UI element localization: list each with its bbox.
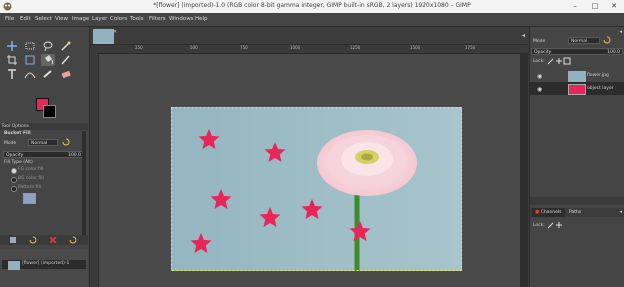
layer-thumbnail — [568, 84, 586, 95]
opacity-slider[interactable]: Opacity 100.0 — [3, 151, 84, 158]
eraser-tool-icon[interactable] — [59, 68, 73, 80]
layers-mode-reset-icon[interactable] — [602, 35, 612, 45]
layers-opacity-slider[interactable]: Opacity 100.0 — [531, 48, 623, 55]
lock-pixels-icon[interactable] — [547, 57, 555, 65]
layers-footer — [530, 197, 624, 205]
lock-position-icon[interactable] — [555, 57, 563, 65]
background-color-swatch[interactable] — [43, 105, 56, 118]
ruler-mark: 1000 — [290, 45, 301, 50]
canvas-image[interactable] — [171, 107, 462, 271]
delete-options-icon[interactable] — [48, 235, 58, 245]
layer-name: object layer — [587, 86, 614, 91]
bucket-fill-tool-icon[interactable] — [41, 54, 55, 66]
unified-transform-tool-icon[interactable] — [23, 54, 37, 66]
mode-label: Mode — [4, 141, 17, 146]
visibility-eye-icon[interactable]: ◉ — [537, 73, 542, 80]
layers-mode-select[interactable]: Normal — [568, 37, 600, 44]
reset-options-icon[interactable] — [68, 235, 78, 245]
save-options-icon[interactable] — [8, 235, 18, 245]
maximize-button[interactable]: □ — [585, 1, 605, 12]
image-tab-thumbnail[interactable] — [93, 29, 114, 44]
ruler-mark: 500 — [190, 45, 198, 50]
tab-close-icon[interactable]: ✕ — [113, 29, 117, 35]
ruler-mark: 1500 — [410, 45, 421, 50]
smudge-tool-icon[interactable] — [41, 68, 55, 80]
ruler-mark: 250 — [135, 45, 143, 50]
fg-fill-radio[interactable] — [11, 168, 17, 174]
menu-colors[interactable]: Colors — [110, 16, 127, 22]
paths-tool-icon[interactable] — [23, 68, 37, 80]
tool-options-scrollbar[interactable] — [82, 131, 86, 236]
images-panel: [flower] (imported)-1 — [0, 249, 88, 287]
tab-channels[interactable]: ■ Channels — [532, 208, 565, 217]
layer-row-flower[interactable]: ◉ flower.jpg — [530, 69, 624, 82]
fill-type-label: Fill Type (Alt) — [4, 160, 33, 165]
layer-thumbnail — [568, 71, 586, 82]
tool-options-header: Tool Options — [0, 123, 88, 130]
image-background — [171, 107, 462, 271]
menu-help[interactable]: Help — [195, 16, 208, 22]
pattern-preview[interactable] — [23, 193, 36, 204]
canvas-vertical-scrollbar[interactable] — [520, 53, 528, 287]
vertical-ruler[interactable] — [90, 53, 99, 287]
image-thumbnail — [8, 261, 20, 270]
menu-edit[interactable]: Edit — [20, 16, 31, 22]
window-title: *[flower] (imported)-1.0 (RGB color 8-bi… — [153, 2, 471, 9]
horizontal-ruler[interactable]: 250 500 750 1000 1250 1500 1750 — [90, 45, 528, 54]
layers-mode-label: Mode — [533, 39, 546, 44]
channels-lock-pixels-icon[interactable] — [547, 221, 555, 229]
lock-alpha-icon[interactable] — [563, 57, 571, 65]
menu-windows[interactable]: Windows — [169, 16, 194, 22]
images-list-item[interactable]: [flower] (imported)-1 — [2, 260, 86, 270]
layers-dock: ◂ Mode Normal Opacity 100.0 Lock: ◉ flowe… — [529, 27, 624, 287]
menu-filters[interactable]: Filters — [149, 16, 166, 22]
bottom-dock-tabs: ■ Channels Paths ◂ — [530, 208, 624, 217]
layer-row-object[interactable]: ◉ object layer — [530, 82, 624, 95]
menu-file[interactable]: File — [5, 16, 14, 22]
menu-bar: File Edit Select View Image Layer Colors… — [0, 13, 624, 27]
bg-fill-radio[interactable] — [11, 177, 17, 183]
ruler-mark: 750 — [240, 45, 248, 50]
move-tool-icon[interactable] — [5, 40, 19, 52]
pattern-fill-label: Pattern fill — [18, 185, 41, 190]
restore-options-icon[interactable] — [28, 235, 38, 245]
ruler-mark: 1250 — [350, 45, 361, 50]
channels-lock-label: Lock: — [533, 223, 545, 228]
tabs-menu-icon[interactable]: ◂ — [522, 32, 525, 39]
image-tabs: ✕ ◂ — [90, 27, 528, 45]
menu-layer[interactable]: Layer — [92, 16, 107, 22]
fuzzy-select-tool-icon[interactable] — [59, 40, 73, 52]
rect-select-tool-icon[interactable] — [23, 40, 37, 52]
menu-select[interactable]: Select — [35, 16, 52, 22]
mode-select[interactable]: Normal — [28, 139, 58, 146]
layers-lock-label: Lock: — [533, 59, 545, 64]
title-bar: *[flower] (imported)-1.0 (RGB color 8-bi… — [0, 0, 624, 13]
menu-view[interactable]: View — [55, 16, 68, 22]
visibility-eye-icon[interactable]: ◉ — [537, 86, 542, 93]
menu-image[interactable]: Image — [72, 16, 89, 22]
text-tool-icon[interactable] — [5, 68, 19, 80]
channels-lock-position-icon[interactable] — [555, 221, 563, 229]
tab-paths[interactable]: Paths — [566, 208, 584, 217]
toolbox: Tool Options Bucket Fill Mode Normal Opa… — [0, 27, 90, 287]
image-item-label: [flower] (imported)-1 — [22, 261, 70, 266]
lasso-tool-icon[interactable] — [41, 40, 55, 52]
minimize-button[interactable]: – — [565, 1, 585, 12]
pattern-fill-radio[interactable] — [11, 186, 17, 192]
mode-reset-icon[interactable] — [61, 137, 71, 147]
ruler-mark: 1750 — [465, 45, 476, 50]
bottom-dock-menu-icon[interactable]: ◂ — [619, 209, 622, 215]
bg-fill-label: BG color fill — [18, 176, 44, 181]
paintbrush-tool-icon[interactable] — [59, 54, 73, 66]
tool-name: Bucket Fill — [4, 131, 31, 136]
crop-tool-icon[interactable] — [5, 54, 19, 66]
menu-tools[interactable]: Tools — [130, 16, 144, 22]
flower-head — [317, 130, 417, 196]
dock-menu-icon[interactable]: ◂ — [619, 29, 622, 35]
fg-fill-label: FG color fill — [18, 167, 44, 172]
close-button[interactable]: ✕ — [604, 1, 624, 12]
layer-name: flower.jpg — [587, 73, 609, 78]
